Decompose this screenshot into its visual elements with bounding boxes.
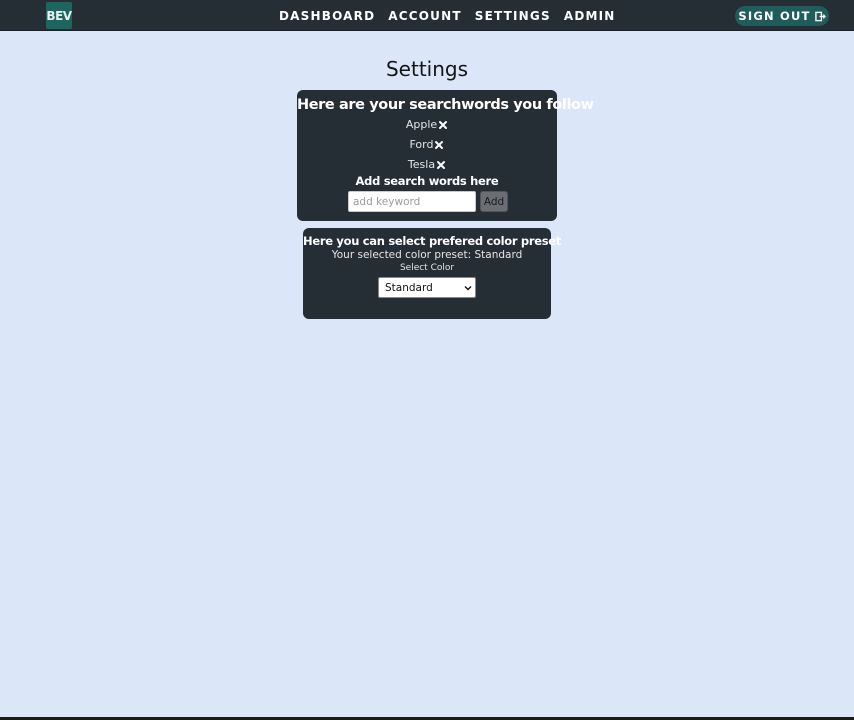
add-keyword-button[interactable]: Add (480, 191, 508, 212)
keyword-label: Tesla (407, 158, 436, 171)
keyword-input[interactable] (348, 191, 476, 212)
nav-links: DASHBOARD ACCOUNT SETTINGS ADMIN (279, 0, 616, 31)
keyword-item: Ford (297, 138, 557, 151)
sign-out-icon (814, 11, 826, 21)
app-logo[interactable]: BEV (46, 2, 72, 29)
color-select-value: Standard (385, 281, 433, 294)
keyword-label: Apple (405, 118, 438, 131)
add-searchwords-label: Add search words here (355, 174, 499, 188)
close-icon[interactable] (438, 120, 448, 130)
color-preset-card: Here you can select prefered color prese… (303, 228, 561, 319)
page-title: Settings (385, 57, 469, 81)
sign-out-label: SIGN OUT (738, 9, 811, 23)
nav-link-settings[interactable]: SETTINGS (475, 9, 551, 23)
sign-out-button[interactable]: SIGN OUT (735, 6, 829, 26)
searchwords-title: Here are your searchwords you follow (297, 97, 594, 113)
nav-link-dashboard[interactable]: DASHBOARD (279, 9, 375, 23)
keyword-item: Tesla (297, 158, 557, 171)
searchwords-card: Here are your searchwords you follow App… (297, 90, 594, 221)
top-navbar: BEV DASHBOARD ACCOUNT SETTINGS ADMIN SIG… (0, 0, 854, 31)
color-preset-select[interactable]: Standard (378, 277, 476, 298)
keyword-item: Apple (297, 118, 557, 131)
nav-link-account[interactable]: ACCOUNT (388, 9, 461, 23)
chevron-down-icon (464, 285, 472, 290)
color-preset-title: Here you can select prefered color prese… (303, 234, 561, 248)
close-icon[interactable] (436, 160, 446, 170)
selected-preset-text: Your selected color preset: Standard (331, 249, 523, 261)
close-icon[interactable] (434, 140, 444, 150)
select-color-label: Select Color (399, 263, 455, 273)
nav-link-admin[interactable]: ADMIN (564, 9, 616, 23)
keyword-label: Ford (409, 138, 434, 151)
